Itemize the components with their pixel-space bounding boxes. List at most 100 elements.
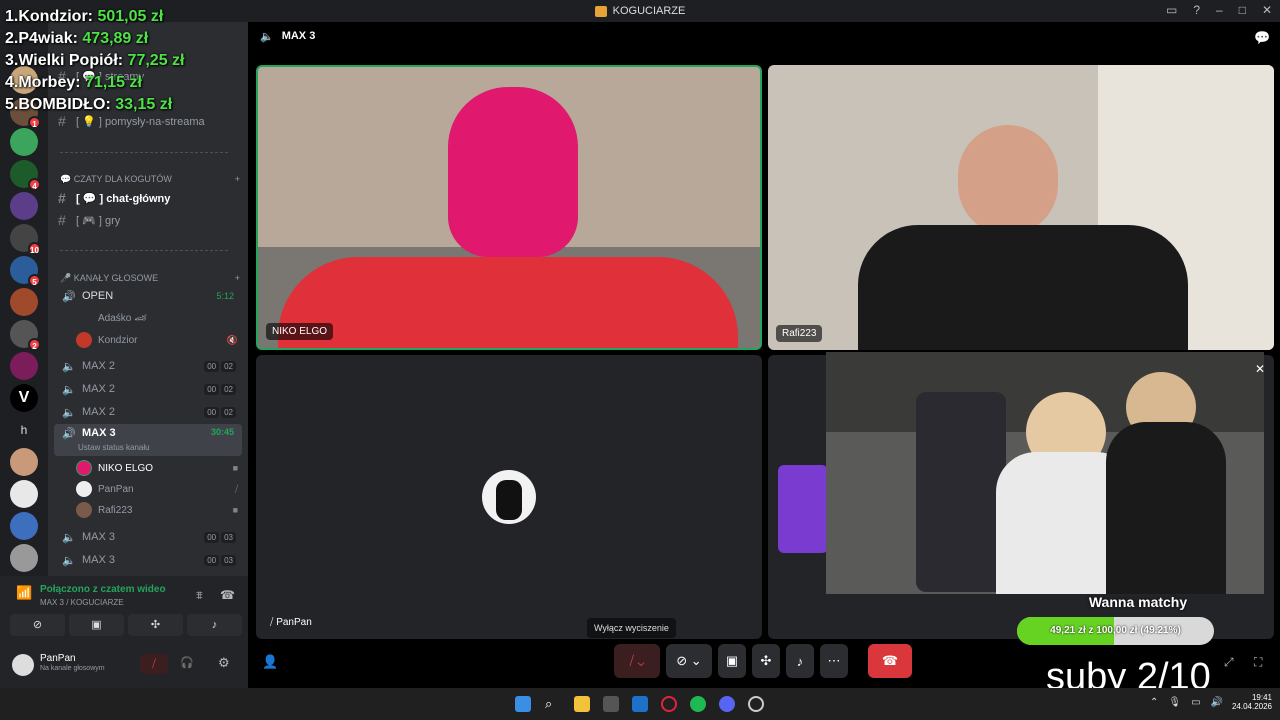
leaderboard-row: 4.Morbey: 71,15 zł [5, 74, 142, 91]
tile-name: ⧸ PanPan [270, 617, 312, 628]
voice-member[interactable]: Kondzior 🔇 [76, 330, 238, 350]
chat-icon[interactable]: 💬 [1254, 30, 1270, 46]
channel-status[interactable]: Ustaw status kanału [78, 443, 150, 452]
camera-button[interactable]: ⊘ [10, 614, 65, 636]
voice-member[interactable]: PanPan ⧸ [76, 479, 238, 499]
video-tile[interactable]: Rafi223 [768, 65, 1274, 350]
headphones-icon[interactable]: 🎧 [180, 656, 194, 669]
tile-name: NIKO ELGO [266, 323, 334, 340]
category-header[interactable]: 🎤 KANAŁY GŁOSOWE + [60, 273, 240, 284]
settings-icon[interactable]: ⚙ [218, 655, 230, 671]
close-icon[interactable]: ✕ [1255, 362, 1265, 376]
avatar [482, 470, 536, 524]
store-icon[interactable] [603, 696, 619, 712]
voice-channel[interactable]: 🔈 MAX 3 00 03 [54, 550, 242, 570]
activities-button[interactable]: ✣ [128, 614, 183, 636]
minimize-button[interactable]: – [1216, 3, 1223, 17]
search-icon[interactable]: ⌕ [545, 696, 561, 712]
server-icon[interactable] [10, 352, 38, 380]
server-icon[interactable]: 4 [10, 160, 41, 191]
channel-item[interactable]: #[ 💬 ] chat-główny [58, 188, 240, 208]
hangup-button[interactable]: ☎ [868, 644, 912, 678]
network-icon[interactable]: ▭ [1191, 697, 1200, 708]
start-icon[interactable] [515, 696, 531, 712]
camera-icon: ■ [232, 463, 238, 473]
channel-item[interactable]: #[ 🎮 ] gry [58, 210, 240, 230]
server-icon[interactable] [10, 288, 38, 316]
help-icon[interactable]: ? [1193, 3, 1200, 17]
server-icon[interactable]: h [10, 416, 38, 444]
camera-button[interactable]: ⊘ ⌄ [666, 644, 712, 678]
server-icon[interactable] [10, 512, 38, 540]
spotify-icon[interactable] [690, 696, 706, 712]
maximize-button[interactable]: □ [1239, 3, 1246, 17]
noise-suppression-icon[interactable]: ⩨ [196, 588, 203, 603]
soundboard-button[interactable]: ♪ [187, 614, 242, 636]
more-button[interactable]: ⋯ [820, 644, 848, 678]
voice-channel[interactable]: 🔊 OPEN 5:12 [54, 286, 242, 306]
chevron-up-icon[interactable]: ⌃ [1150, 697, 1158, 708]
app-icon[interactable] [748, 696, 764, 712]
volume-icon[interactable]: 🔊 [1211, 697, 1223, 708]
video-tile[interactable]: NIKO ELGO [256, 65, 762, 350]
voice-member[interactable]: Rafi223 ■ [76, 500, 238, 520]
discord-icon[interactable] [719, 696, 735, 712]
camera-off-icon: ⊘ ⌄ [676, 653, 702, 668]
unmute-button[interactable]: ⧸ ⌄ [614, 644, 660, 678]
user-name[interactable]: PanPan [40, 653, 76, 664]
server-icon[interactable] [10, 192, 38, 220]
server-icon[interactable] [10, 480, 38, 508]
screen-share-button[interactable]: ▣ [718, 644, 746, 678]
stream-thumbnail [778, 465, 828, 553]
popout-icon[interactable]: ⤢ [1224, 655, 1234, 670]
explorer-icon[interactable] [574, 696, 590, 712]
opera-icon[interactable] [661, 696, 677, 712]
server-icon[interactable] [10, 544, 38, 572]
speaker-icon: 🔊 [62, 290, 76, 303]
server-icon[interactable] [10, 128, 38, 156]
more-icon: ⋯ [827, 653, 841, 668]
disconnect-icon[interactable]: ☎ [220, 588, 235, 602]
voice-member[interactable]: NIKO ELGO ■ [76, 458, 238, 478]
add-people-icon[interactable]: 👤 [262, 654, 278, 670]
voice-channel[interactable]: 🔈 MAX 2 00 02 [54, 402, 242, 422]
add-channel-icon[interactable]: + [235, 174, 240, 185]
voice-member[interactable]: Adaśko 🏎 [76, 308, 238, 328]
inbox-icon[interactable]: ▭ [1166, 3, 1177, 17]
mute-button[interactable]: ⧸ [140, 654, 168, 674]
soundboard-icon: ♪ [796, 653, 804, 669]
category-header[interactable]: 💬 CZATY DLA KOGUTÓW + [60, 174, 240, 185]
taskbar: ⌕ ⌃ 🎙 ▭ 🔊 19:41 24.04.2026 [0, 688, 1280, 720]
activities-icon: ✣ [760, 653, 772, 668]
call-controls: ⧸ ⌄ ⊘ ⌄ ▣ ✣ ♪ ⋯ ☎ [614, 644, 912, 678]
activities-button[interactable]: ✣ [752, 644, 780, 678]
camera-icon: ■ [232, 505, 238, 515]
screen-share-icon: ▣ [725, 653, 739, 668]
connection-channel[interactable]: MAX 3 / KOGUCIARZE [40, 598, 124, 607]
server-icon[interactable]: 10 [10, 224, 41, 255]
screen-share-button[interactable]: ▣ [69, 614, 124, 636]
voice-channel[interactable]: 🔈 MAX 3 00 03 [54, 527, 242, 547]
speaker-icon: 🔈 [62, 360, 76, 373]
connection-status[interactable]: Połączono z czatem wideo [40, 584, 166, 595]
clock-date[interactable]: 24.04.2026 [1228, 702, 1272, 711]
signal-icon: 📶 [16, 585, 33, 600]
divider [60, 250, 228, 251]
mic-icon[interactable]: 🎙 [1168, 697, 1181, 708]
clock-time[interactable]: 19:41 [1228, 693, 1272, 702]
window-title: KOGUCIARZE [612, 5, 686, 17]
add-channel-icon[interactable]: + [235, 273, 240, 284]
fullscreen-icon[interactable]: ⛶ [1254, 655, 1262, 670]
voice-channel[interactable]: 🔈 MAX 2 00 02 [54, 356, 242, 376]
speaker-icon: 🔈 [62, 531, 76, 544]
close-button[interactable]: ✕ [1262, 3, 1272, 17]
soundboard-button[interactable]: ♪ [786, 644, 814, 678]
server-icon[interactable]: 2 [10, 320, 41, 351]
avatar[interactable] [12, 654, 34, 676]
server-icon[interactable] [10, 448, 38, 476]
server-icon[interactable]: 5 [10, 256, 41, 287]
server-icon[interactable]: V [10, 384, 38, 412]
voice-channel[interactable]: 🔈 MAX 2 00 02 [54, 379, 242, 399]
outlook-icon[interactable] [632, 696, 648, 712]
video-tile[interactable]: ⧸ PanPan [256, 355, 762, 639]
